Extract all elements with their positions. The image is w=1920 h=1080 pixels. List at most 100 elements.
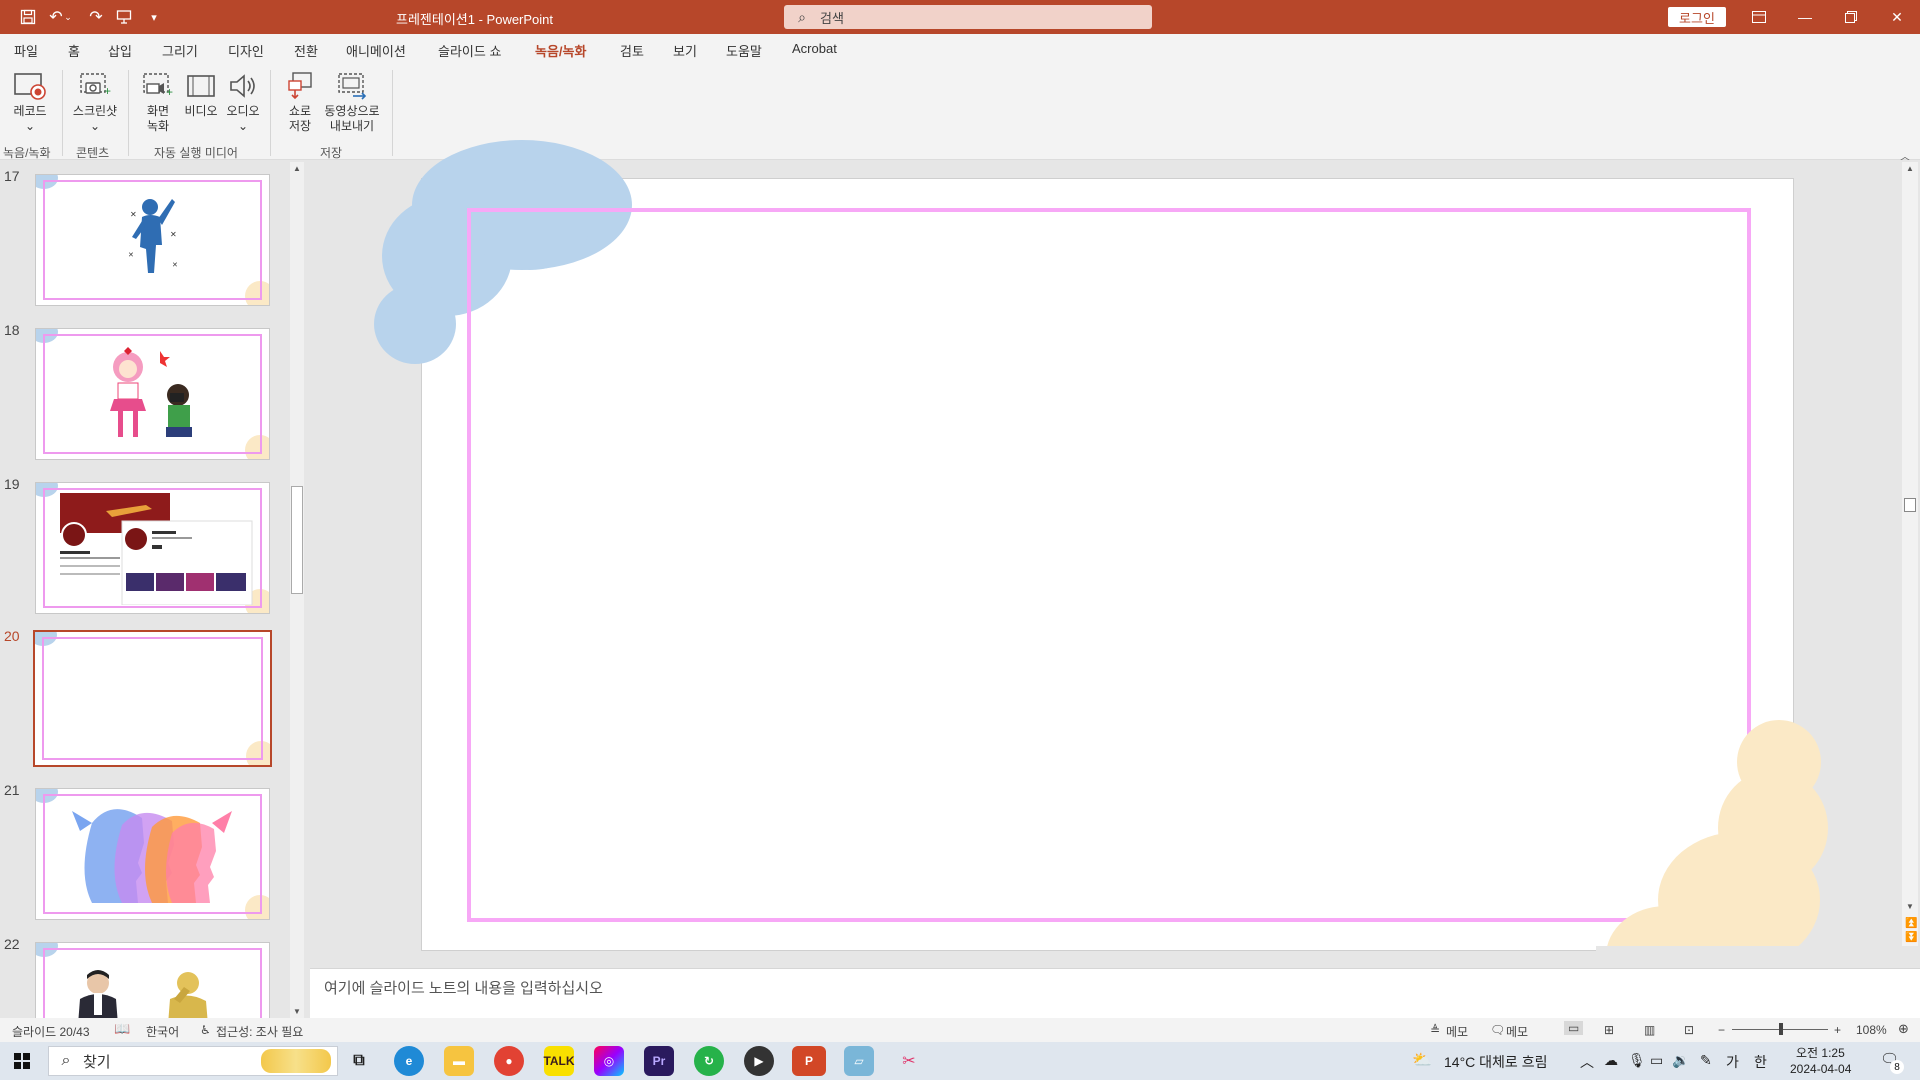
scroll-down-icon[interactable]: ▼ (1906, 902, 1914, 911)
tab-record[interactable]: 녹음/녹화 (535, 41, 586, 60)
slide-thumbnail-19[interactable] (35, 482, 270, 614)
social-media-profile-screenshot (60, 493, 253, 605)
export-video-button[interactable]: 동영상으로 내보내기 (320, 68, 384, 134)
slide-thumbnail-17[interactable]: ✕ ✕ ✕ ✕ (35, 174, 270, 306)
clock-time[interactable]: 오전 1:25 (1796, 1044, 1845, 1061)
record-button[interactable]: 레코드 ⌄ (6, 68, 54, 134)
video-button[interactable]: 비디오 (180, 68, 222, 119)
title-bar: ↶ ⌄ ↷ ▾ 프레젠테이션1 - PowerPoint ⌕ 검색 로그인 — … (0, 0, 1920, 34)
reading-view-icon[interactable]: ▥ (1644, 1023, 1655, 1037)
thumbnail-scrollbar[interactable]: ▲ ▼ (290, 162, 304, 1018)
svg-text:✕: ✕ (170, 230, 177, 239)
sync-app-icon[interactable]: ↻ (694, 1046, 724, 1076)
slide-thumbnail-21[interactable] (35, 788, 270, 920)
tab-draw[interactable]: 그리기 (162, 41, 198, 60)
chrome-browser-icon[interactable]: ● (494, 1046, 524, 1076)
tab-file[interactable]: 파일 (14, 41, 38, 60)
comments-toggle[interactable]: 메모 (1506, 1023, 1528, 1040)
group-divider (392, 70, 393, 156)
undo-dropdown-icon[interactable]: ⌄ (62, 0, 74, 34)
tab-insert[interactable]: 삽입 (108, 41, 132, 60)
tab-help[interactable]: 도움말 (726, 41, 762, 60)
media-player-icon[interactable]: ▶ (744, 1046, 774, 1076)
zoom-level[interactable]: 108% (1856, 1023, 1887, 1037)
zoom-out-icon[interactable]: − (1718, 1023, 1725, 1037)
task-view-icon[interactable]: ⧉ (344, 1046, 374, 1076)
kakaotalk-icon[interactable]: TALK (543, 1046, 575, 1076)
tab-transitions[interactable]: 전환 (294, 41, 318, 60)
onedrive-icon[interactable]: ☁ (1604, 1052, 1618, 1069)
edge-browser-icon[interactable]: e (394, 1046, 424, 1076)
scroll-down-icon[interactable]: ▼ (293, 1007, 301, 1016)
taskbar-search-box[interactable]: ⌕ 찾기 (48, 1046, 338, 1076)
accessibility-status[interactable]: 접근성: 조사 필요 (216, 1023, 303, 1040)
accessibility-icon: ♿ (200, 1023, 211, 1037)
tab-review[interactable]: 검토 (620, 41, 644, 60)
slide-thumbnail-22[interactable] (35, 942, 270, 1018)
customize-qat-icon[interactable]: ▾ (142, 0, 166, 34)
group-divider (62, 70, 63, 156)
slide-thumbnail-20[interactable] (33, 630, 272, 767)
comments-icon: 🗨 (1490, 1023, 1506, 1037)
zoom-in-icon[interactable]: + (1834, 1023, 1841, 1037)
tab-view[interactable]: 보기 (673, 41, 697, 60)
clock-date[interactable]: 2024-04-04 (1790, 1062, 1851, 1076)
start-slideshow-icon[interactable] (112, 0, 136, 34)
ime-language-indicator[interactable]: 한 (1754, 1052, 1767, 1072)
slideshow-view-icon[interactable]: ⊡ (1684, 1023, 1694, 1037)
slide-sorter-icon[interactable]: ⊞ (1604, 1023, 1614, 1037)
slide-thumbnail-18[interactable] (35, 328, 270, 460)
microphone-icon[interactable]: 🎙 (1628, 1052, 1646, 1069)
ribbon: 레코드 ⌄ + 스크린샷 ⌄ + 화면 녹화 비디오 오디오 ⌄ 쇼로 저장 동… (0, 64, 1920, 163)
colorful-heads-image (72, 809, 232, 903)
tab-design[interactable]: 디자인 (228, 41, 264, 60)
screen-recording-button[interactable]: + 화면 녹화 (136, 68, 180, 134)
scroll-thumb[interactable] (1904, 498, 1916, 512)
show-hidden-icons[interactable]: ︿ (1580, 1052, 1594, 1072)
tab-home[interactable]: 홈 (68, 41, 80, 60)
tab-acrobat[interactable]: Acrobat (792, 41, 837, 56)
notes-pane[interactable]: 여기에 슬라이드 노트의 내용을 입력하십시오 (310, 968, 1920, 1018)
scroll-thumb[interactable] (291, 486, 303, 594)
volume-icon[interactable]: 🔉 (1672, 1052, 1689, 1069)
tab-slideshow[interactable]: 슬라이드 쇼 (438, 41, 501, 60)
minimize-icon[interactable]: — (1782, 0, 1828, 34)
search-box[interactable]: ⌕ 검색 (784, 5, 1152, 29)
file-explorer-icon[interactable]: ▬ (444, 1046, 474, 1076)
save-icon[interactable] (16, 0, 40, 34)
editor-scrollbar[interactable]: ▲ ▼ ⏫ ⏬ (1902, 162, 1918, 946)
notes-placeholder[interactable]: 여기에 슬라이드 노트의 내용을 입력하십시오 (324, 977, 603, 998)
weather-text[interactable]: 14°C 대체로 흐림 (1444, 1052, 1547, 1072)
scroll-up-icon[interactable]: ▲ (293, 164, 301, 173)
ribbon-display-options-icon[interactable] (1736, 0, 1782, 34)
network-icon[interactable]: ▭ (1650, 1052, 1663, 1069)
notes-app-icon[interactable]: ▱ (844, 1046, 874, 1076)
language-indicator[interactable]: 한국어 (146, 1023, 179, 1040)
pen-icon[interactable]: ✎ (1700, 1052, 1712, 1069)
fit-to-window-icon[interactable]: ⊕ (1898, 1021, 1909, 1037)
zoom-slider-knob[interactable] (1779, 1023, 1784, 1035)
spelling-check-icon[interactable]: 📖 (114, 1021, 130, 1037)
creative-cloud-icon[interactable]: ◎ (594, 1046, 624, 1076)
screen-recording-label-1: 화면 (146, 104, 170, 118)
ime-mode-indicator[interactable]: 가 (1726, 1052, 1739, 1072)
login-button[interactable]: 로그인 (1668, 7, 1726, 27)
normal-view-icon[interactable]: ▭ (1564, 1021, 1584, 1035)
windows-start-icon[interactable] (0, 1042, 44, 1080)
screenshot-button[interactable]: + 스크린샷 ⌄ (66, 68, 124, 134)
next-slide-icon[interactable]: ⏬ (1905, 932, 1917, 943)
restore-icon[interactable] (1828, 0, 1874, 34)
snipping-tool-icon[interactable]: ✂ (894, 1046, 924, 1076)
svg-text:✕: ✕ (130, 210, 137, 219)
notes-toggle[interactable]: 메모 (1446, 1023, 1468, 1040)
save-as-show-icon (280, 68, 320, 104)
audio-button[interactable]: 오디오 ⌄ (222, 68, 264, 134)
save-as-show-button[interactable]: 쇼로 저장 (280, 68, 320, 134)
redo-icon[interactable]: ↷ (84, 0, 108, 34)
scroll-up-icon[interactable]: ▲ (1906, 164, 1914, 173)
powerpoint-icon[interactable]: P (792, 1046, 826, 1076)
premiere-pro-icon[interactable]: Pr (644, 1046, 674, 1076)
tab-animations[interactable]: 애니메이션 (346, 41, 406, 60)
close-icon[interactable]: ✕ (1874, 0, 1920, 34)
previous-slide-icon[interactable]: ⏫ (1905, 918, 1917, 929)
